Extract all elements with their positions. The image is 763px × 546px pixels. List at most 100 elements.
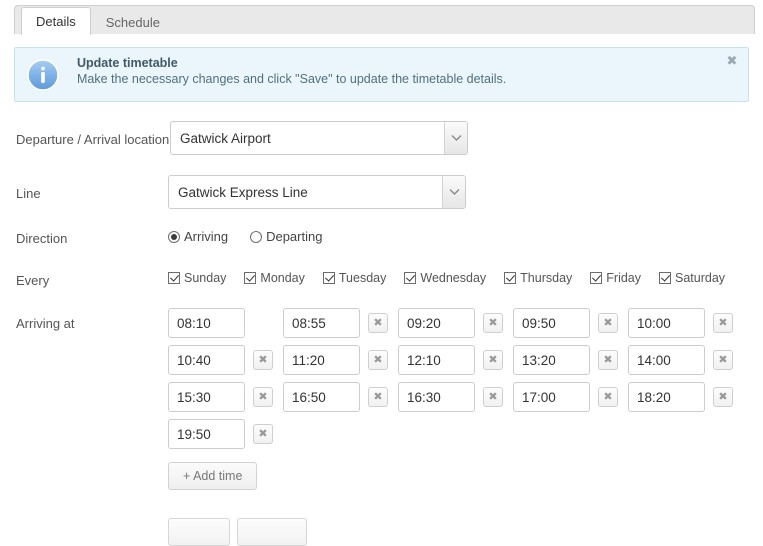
radio-direction-departing[interactable]: Departing — [250, 229, 322, 244]
checkbox-indicator — [168, 272, 180, 284]
add-time-button[interactable]: + Add time — [168, 462, 258, 490]
direction-label: Direction — [16, 231, 68, 246]
checkbox-day-tuesday[interactable]: Tuesday — [322, 271, 387, 285]
delete-time-button[interactable]: ✖ — [368, 387, 388, 407]
time-input[interactable] — [513, 308, 590, 338]
time-cell: ✖ — [398, 382, 513, 412]
save-button[interactable] — [168, 518, 230, 546]
location-label: Departure / Arrival location — [16, 132, 170, 147]
line-label: Line — [16, 186, 41, 201]
time-cell: ✖ — [628, 308, 743, 338]
checkbox-indicator — [244, 272, 257, 284]
form-row-location: Departure / Arrival location Gatwick Air… — [0, 118, 763, 172]
time-input[interactable] — [628, 345, 705, 375]
line-select-value: Gatwick Express Line — [178, 184, 308, 200]
form-row-every: Every Sunday Monday Tuesday Wednesday Thursd… — [0, 267, 763, 308]
time-cell: ✖ — [513, 382, 628, 412]
radio-label: Departing — [266, 229, 323, 244]
time-cell: ✖ — [628, 382, 743, 412]
radio-label: Arriving — [184, 229, 229, 244]
alert-update-timetable: Update timetable Make the necessary chan… — [14, 47, 749, 102]
checkbox-label: Thursday — [520, 271, 573, 285]
delete-time-button[interactable]: ✖ — [713, 313, 733, 333]
every-label: Every — [16, 273, 50, 288]
checkbox-day-friday[interactable]: Friday — [590, 271, 641, 285]
radio-indicator — [250, 230, 263, 243]
timetable-form: Departure / Arrival location Gatwick Air… — [0, 118, 763, 498]
cancel-button[interactable] — [237, 518, 307, 546]
time-cell: ✖ — [168, 345, 283, 375]
checkbox-label: Tuesday — [338, 271, 387, 285]
tab-bar: Details Schedule — [14, 5, 755, 35]
arriving-times-grid: ✖ ✖ ✖ ✖ ✖ ✖ ✖ ✖ ✖ ✖ ✖ ✖ ✖ ✖ ✖ ✖ + Add time — [168, 308, 743, 490]
checkbox-day-sunday[interactable]: Sunday — [168, 271, 226, 285]
info-icon — [27, 59, 59, 91]
delete-time-button[interactable]: ✖ — [368, 313, 388, 333]
time-input[interactable] — [168, 382, 245, 412]
location-select[interactable]: Gatwick Airport — [170, 121, 468, 155]
delete-time-button[interactable]: ✖ — [598, 313, 618, 333]
delete-time-button[interactable]: ✖ — [598, 350, 618, 370]
checkbox-day-monday[interactable]: Monday — [244, 271, 305, 285]
line-select[interactable]: Gatwick Express Line — [168, 175, 466, 209]
time-row: ✖ ✖ ✖ ✖ ✖ — [168, 345, 743, 375]
delete-time-button[interactable]: ✖ — [483, 350, 503, 370]
checkbox-day-wednesday[interactable]: Wednesday — [404, 271, 486, 285]
time-row: ✖ — [168, 419, 743, 449]
chevron-down-icon — [444, 122, 467, 154]
time-input[interactable] — [513, 345, 590, 375]
time-cell: ✖ — [283, 382, 398, 412]
delete-time-button[interactable]: ✖ — [253, 387, 273, 407]
time-input[interactable] — [283, 308, 360, 338]
time-input[interactable] — [283, 382, 360, 412]
form-row-arriving-at: Arriving at ✖ ✖ ✖ ✖ ✖ ✖ ✖ ✖ ✖ ✖ ✖ ✖ ✖ ✖ ✖ ✖ + Add time — [0, 308, 763, 498]
checkbox-label: Sunday — [184, 271, 227, 285]
time-input[interactable] — [398, 382, 475, 412]
time-cell: ✖ — [513, 345, 628, 375]
days-checkbox-group: Sunday Monday Tuesday Wednesday Thursday Frid… — [168, 271, 743, 285]
delete-time-button[interactable]: ✖ — [483, 387, 503, 407]
time-row: ✖ ✖ ✖ ✖ ✖ — [168, 308, 743, 338]
checkbox-day-saturday[interactable]: Saturday — [659, 271, 725, 285]
tab-schedule[interactable]: Schedule — [91, 10, 175, 34]
checkbox-indicator — [322, 272, 335, 284]
time-input[interactable] — [283, 345, 360, 375]
delete-time-button[interactable]: ✖ — [598, 387, 618, 407]
checkbox-label: Wednesday — [420, 271, 487, 285]
chevron-down-icon — [442, 176, 465, 208]
checkbox-indicator — [404, 272, 417, 284]
time-cell: ✖ — [628, 345, 743, 375]
delete-time-button[interactable]: ✖ — [713, 350, 733, 370]
delete-time-button[interactable]: ✖ — [253, 350, 273, 370]
time-input[interactable] — [628, 382, 705, 412]
checkbox-indicator — [590, 272, 603, 284]
delete-time-button[interactable]: ✖ — [713, 387, 733, 407]
checkbox-day-thursday[interactable]: Thursday — [504, 271, 572, 285]
delete-time-button[interactable]: ✖ — [483, 313, 503, 333]
radio-direction-arriving[interactable]: Arriving — [168, 229, 228, 244]
time-cell: ✖ — [513, 308, 628, 338]
delete-time-button[interactable]: ✖ — [368, 350, 388, 370]
checkbox-label: Saturday — [675, 271, 726, 285]
time-row: ✖ ✖ ✖ ✖ ✖ — [168, 382, 743, 412]
time-input[interactable] — [628, 308, 705, 338]
footer-buttons — [168, 518, 314, 546]
time-input[interactable] — [168, 308, 245, 338]
tab-details[interactable]: Details — [21, 7, 91, 35]
time-cell: ✖ — [168, 419, 283, 449]
form-row-direction: Direction Arriving Departing — [0, 225, 763, 267]
time-input[interactable] — [398, 345, 475, 375]
arriving-at-label: Arriving at — [16, 316, 75, 331]
time-input[interactable] — [168, 419, 245, 449]
location-select-value: Gatwick Airport — [180, 130, 271, 146]
alert-title: Update timetable — [77, 56, 178, 70]
checkbox-label: Friday — [606, 271, 642, 285]
delete-time-button[interactable]: ✖ — [253, 424, 273, 444]
close-icon[interactable]: ✖ — [724, 53, 740, 69]
checkbox-label: Monday — [260, 271, 305, 285]
time-input[interactable] — [398, 308, 475, 338]
time-input[interactable] — [168, 345, 245, 375]
time-input[interactable] — [513, 382, 590, 412]
time-cell: ✖ — [168, 308, 283, 338]
time-cell: ✖ — [283, 308, 398, 338]
